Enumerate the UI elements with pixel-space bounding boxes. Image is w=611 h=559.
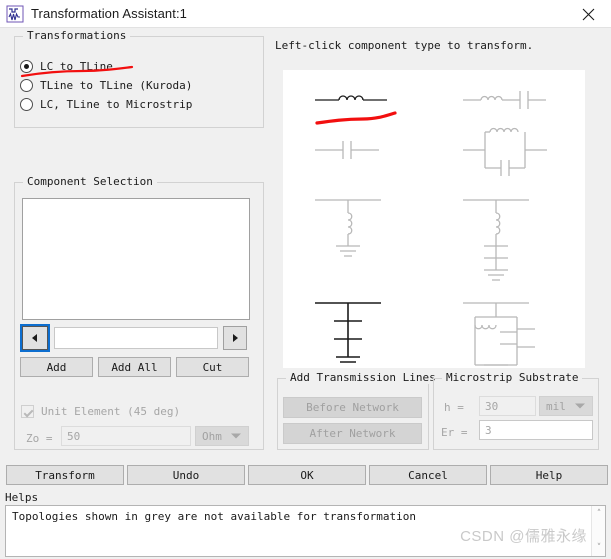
- topology-shunt-inductor-capacitor: [463, 199, 529, 281]
- after-network-label: After Network: [309, 427, 396, 440]
- h-label: h =: [444, 401, 464, 414]
- topology-parallel-lc-tank: [463, 127, 547, 176]
- ok-button[interactable]: OK: [248, 465, 366, 485]
- helps-scrollbar[interactable]: ˄ ˅: [591, 506, 605, 556]
- zo-input[interactable]: 50: [61, 426, 191, 446]
- unit-element-checkbox-row[interactable]: Unit Element (45 deg): [21, 405, 180, 418]
- unit-element-label: Unit Element (45 deg): [41, 405, 181, 418]
- cut-button[interactable]: Cut: [176, 357, 249, 377]
- radio-indicator[interactable]: [20, 78, 33, 92]
- add-button-label: Add: [46, 360, 67, 374]
- radio-lc-tline-to-microstrip[interactable]: LC, TLine to Microstrip: [20, 96, 192, 112]
- triangle-left-icon: [32, 334, 37, 342]
- transform-button[interactable]: Transform: [6, 465, 124, 485]
- h-unit-select[interactable]: mil: [539, 396, 593, 416]
- helps-text: Topologies shown in grey are not availab…: [12, 510, 416, 523]
- window-title: Transformation Assistant:1: [31, 6, 188, 21]
- h-input[interactable]: 30: [479, 396, 536, 416]
- topology-shunt-inductor: [315, 199, 381, 257]
- topology-series-inductor-capacitor: [463, 91, 546, 109]
- topology-shunt-parallel-lc: [463, 302, 535, 366]
- topology-series-capacitor: [315, 141, 379, 159]
- cancel-button-label: Cancel: [408, 468, 448, 482]
- cut-button-label: Cut: [202, 360, 223, 374]
- component-selection-legend: Component Selection: [23, 175, 157, 188]
- h-unit-value: mil: [546, 399, 566, 413]
- checkbox-indicator[interactable]: [21, 405, 34, 418]
- before-network-button[interactable]: Before Network: [283, 397, 422, 418]
- transform-button-label: Transform: [35, 468, 95, 482]
- radio-label: LC, TLine to Microstrip: [40, 97, 193, 111]
- radio-indicator[interactable]: [20, 97, 33, 111]
- topology-shunt-capacitor: [315, 302, 381, 363]
- er-input[interactable]: 3: [479, 420, 593, 440]
- helps-label: Helps: [5, 491, 39, 504]
- component-name-input[interactable]: [54, 327, 218, 349]
- radio-label: TLine to TLine (Kuroda): [40, 78, 193, 92]
- er-value: 3: [485, 423, 492, 437]
- transformations-legend: Transformations: [23, 29, 131, 42]
- er-label: Er =: [441, 426, 468, 439]
- chevron-down-icon: [231, 433, 241, 439]
- csdn-watermark: CSDN @儒雅永缘: [460, 528, 587, 545]
- topology-canvas[interactable]: [283, 70, 585, 368]
- scroll-down-icon[interactable]: ˅: [592, 541, 605, 555]
- radio-lc-to-tline[interactable]: LC to TLine: [20, 58, 113, 74]
- undo-button[interactable]: Undo: [127, 465, 245, 485]
- after-network-button[interactable]: After Network: [283, 423, 422, 444]
- radio-indicator[interactable]: [20, 59, 33, 73]
- help-button-label: Help: [535, 468, 563, 482]
- zo-unit-value: Ohm: [202, 429, 222, 443]
- title-bar: Transformation Assistant:1: [0, 0, 611, 28]
- scroll-up-icon[interactable]: ˄: [592, 507, 605, 521]
- prev-component-button[interactable]: [20, 324, 50, 352]
- topology-series-inductor: [315, 95, 387, 101]
- cancel-button[interactable]: Cancel: [369, 465, 487, 485]
- triangle-right-icon: [233, 334, 238, 342]
- next-component-button[interactable]: [223, 326, 247, 350]
- circuit-waveform-icon: [6, 5, 24, 23]
- helps-textarea[interactable]: Topologies shown in grey are not availab…: [5, 505, 606, 557]
- add-all-button[interactable]: Add All: [98, 357, 171, 377]
- canvas-instruction: Left-click component type to transform.: [275, 39, 534, 52]
- undo-button-label: Undo: [172, 468, 200, 482]
- radio-label: LC to TLine: [40, 59, 113, 73]
- add-all-button-label: Add All: [111, 360, 158, 374]
- zo-value: 50: [67, 429, 81, 443]
- help-button[interactable]: Help: [490, 465, 608, 485]
- h-value: 30: [485, 399, 499, 413]
- zo-label: Zo =: [26, 432, 53, 445]
- microstrip-substrate-legend: Microstrip Substrate: [442, 371, 583, 384]
- component-listbox[interactable]: [22, 198, 250, 320]
- before-network-label: Before Network: [306, 401, 399, 414]
- add-button[interactable]: Add: [20, 357, 93, 377]
- radio-tline-to-tline-kuroda[interactable]: TLine to TLine (Kuroda): [20, 77, 192, 93]
- add-transmission-lines-legend: Add Transmission Lines: [286, 371, 440, 384]
- ok-button-label: OK: [300, 468, 314, 482]
- close-button[interactable]: [566, 0, 611, 28]
- chevron-down-icon: [575, 403, 585, 409]
- zo-unit-select[interactable]: Ohm: [195, 426, 249, 446]
